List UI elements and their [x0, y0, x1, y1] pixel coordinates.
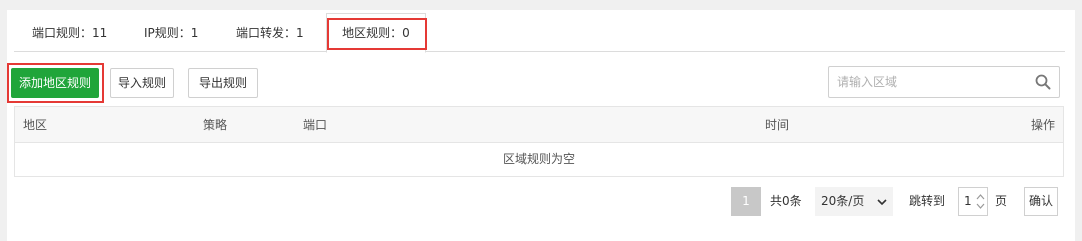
tab-bar: 端口规则：11 IP规则：1 端口转发：1 地区规则：0	[14, 13, 1065, 53]
search-icon[interactable]	[1035, 74, 1051, 90]
spinner-arrows-icon[interactable]	[976, 193, 985, 210]
import-rules-button[interactable]: 导入规则	[110, 68, 174, 98]
page-unit-label: 页	[995, 194, 1008, 208]
add-region-rule-button[interactable]: 添加地区规则	[11, 68, 99, 98]
search-input[interactable]	[829, 67, 1029, 97]
column-header-policy: 策略	[203, 118, 228, 132]
chevron-down-icon	[877, 199, 887, 206]
tab-ip-rules[interactable]: IP规则：1	[144, 14, 198, 52]
column-header-time: 时间	[765, 118, 790, 132]
search-box	[828, 66, 1060, 98]
column-header-actions: 操作	[1030, 118, 1055, 132]
column-header-region: 地区	[23, 118, 48, 132]
table-header: 地区 策略 端口 时间 操作	[15, 107, 1063, 143]
jump-page-value: 1	[964, 194, 972, 208]
page-size-select[interactable]: 20条/页	[815, 187, 893, 216]
jump-to-label: 跳转到	[909, 194, 946, 208]
jump-page-input[interactable]: 1	[958, 187, 988, 216]
tab-port-rules[interactable]: 端口规则：11	[32, 14, 107, 52]
region-rules-table: 地区 策略 端口 时间 操作 区域规则为空	[14, 106, 1064, 177]
pagination-current-page[interactable]: 1	[731, 187, 761, 216]
export-rules-button[interactable]: 导出规则	[188, 68, 258, 98]
page-size-value: 20条/页	[821, 194, 865, 208]
tab-region-rules[interactable]: 地区规则：0	[326, 13, 426, 53]
empty-state-text: 区域规则为空	[502, 152, 575, 166]
pagination-total: 共0条	[770, 194, 802, 208]
column-header-port: 端口	[303, 118, 328, 132]
tab-port-forward[interactable]: 端口转发：1	[236, 14, 304, 52]
jump-confirm-button[interactable]: 确认	[1024, 187, 1058, 216]
